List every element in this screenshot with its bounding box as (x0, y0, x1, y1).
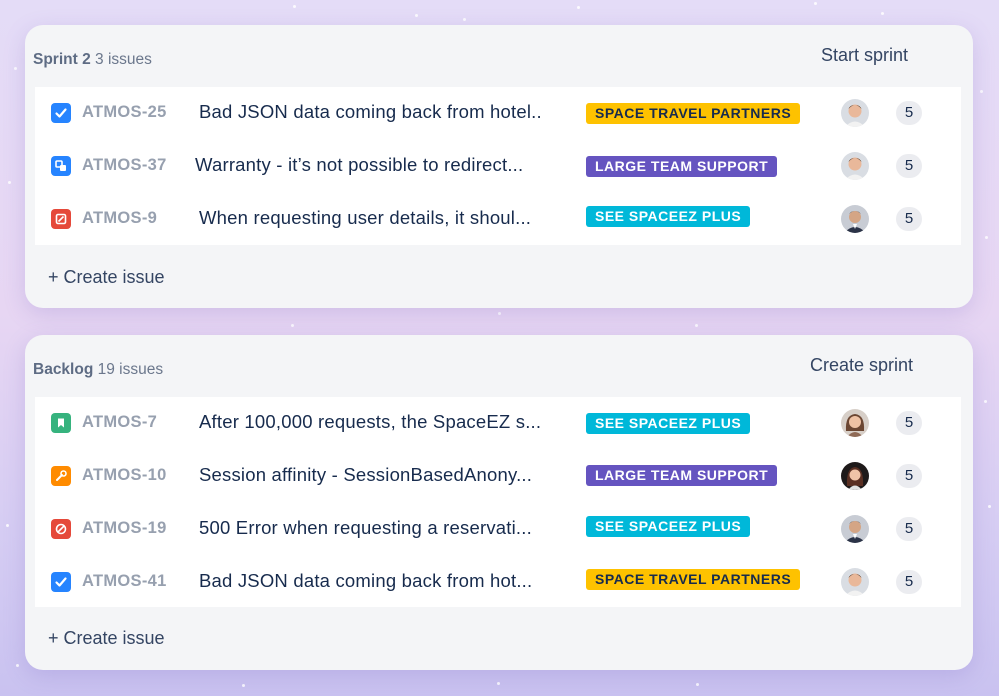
issue-summary[interactable]: Session affinity - SessionBasedAnony... (199, 464, 532, 486)
sprint-name: Sprint 2 (33, 51, 91, 68)
issue-summary[interactable]: Warranty - it’s not possible to redirect… (195, 154, 523, 176)
assignee-avatar[interactable] (841, 568, 869, 596)
issue-summary[interactable]: After 100,000 requests, the SpaceEZ s... (199, 411, 541, 433)
sprint-header: Sprint 2 3 issues (33, 51, 152, 69)
issue-row[interactable]: ATMOS-10 Session affinity - SessionBased… (35, 450, 961, 502)
issue-key[interactable]: ATMOS-25 (82, 103, 167, 122)
create-issue-button[interactable]: + Create issue (48, 267, 165, 288)
epic-badge[interactable]: SPACE TRAVEL PARTNERS (586, 103, 801, 124)
backlog-issue-count: 19 issues (97, 361, 164, 378)
sprint-panel: Sprint 2 3 issues Start sprint ATMOS-25 … (25, 25, 973, 308)
story-points: 5 (896, 207, 922, 231)
issue-key[interactable]: ATMOS-19 (82, 519, 167, 538)
start-sprint-button[interactable]: Start sprint (821, 45, 908, 66)
issue-row[interactable]: ATMOS-9 When requesting user details, it… (35, 193, 961, 245)
assignee-avatar[interactable] (841, 515, 869, 543)
epic-badge[interactable]: SEE SPACEEZ PLUS (586, 206, 751, 227)
story-points: 5 (896, 570, 922, 594)
wrench-icon (51, 466, 71, 486)
checkbox-icon (51, 103, 71, 123)
bug-icon (51, 209, 71, 229)
backlog-issue-list: ATMOS-7 After 100,000 requests, the Spac… (35, 397, 961, 607)
assignee-avatar[interactable] (841, 409, 869, 437)
issue-key[interactable]: ATMOS-37 (82, 156, 167, 175)
assignee-avatar[interactable] (841, 462, 869, 490)
assignee-avatar[interactable] (841, 99, 869, 127)
backlog-name: Backlog (33, 361, 94, 378)
assignee-avatar[interactable] (841, 152, 869, 180)
issue-key[interactable]: ATMOS-10 (82, 466, 167, 485)
epic-badge[interactable]: LARGE TEAM SUPPORT (586, 465, 778, 486)
epic-badge[interactable]: SEE SPACEEZ PLUS (586, 413, 751, 434)
story-points: 5 (896, 154, 922, 178)
bookmark-icon (51, 413, 71, 433)
story-points: 5 (896, 411, 922, 435)
issue-key[interactable]: ATMOS-9 (82, 209, 157, 228)
backlog-header: Backlog 19 issues (33, 361, 163, 379)
issue-summary[interactable]: Bad JSON data coming back from hotel.. (199, 101, 542, 123)
epic-badge[interactable]: SPACE TRAVEL PARTNERS (586, 569, 801, 590)
story-points: 5 (896, 464, 922, 488)
issue-summary[interactable]: 500 Error when requesting a reservati... (199, 517, 532, 539)
sprint-issue-list: ATMOS-25 Bad JSON data coming back from … (35, 87, 961, 245)
issue-key[interactable]: ATMOS-7 (82, 413, 157, 432)
create-sprint-button[interactable]: Create sprint (810, 355, 913, 376)
checkbox-icon (51, 572, 71, 592)
backlog-panel: Backlog 19 issues Create sprint ATMOS-7 … (25, 335, 973, 670)
story-points: 5 (896, 517, 922, 541)
subtask-icon (51, 156, 71, 176)
sprint-issue-count: 3 issues (95, 51, 152, 68)
issue-row[interactable]: ATMOS-41 Bad JSON data coming back from … (35, 556, 961, 608)
blocker-icon (51, 519, 71, 539)
issue-row[interactable]: ATMOS-7 After 100,000 requests, the Spac… (35, 397, 961, 449)
issue-summary[interactable]: When requesting user details, it shoul..… (199, 207, 531, 229)
epic-badge[interactable]: LARGE TEAM SUPPORT (586, 156, 778, 177)
assignee-avatar[interactable] (841, 205, 869, 233)
story-points: 5 (896, 101, 922, 125)
create-issue-button[interactable]: + Create issue (48, 628, 165, 649)
issue-key[interactable]: ATMOS-41 (82, 572, 167, 591)
epic-badge[interactable]: SEE SPACEEZ PLUS (586, 516, 751, 537)
issue-row[interactable]: ATMOS-25 Bad JSON data coming back from … (35, 87, 961, 139)
issue-row[interactable]: ATMOS-19 500 Error when requesting a res… (35, 503, 961, 555)
issue-row[interactable]: ATMOS-37 Warranty - it’s not possible to… (35, 140, 961, 192)
issue-summary[interactable]: Bad JSON data coming back from hot... (199, 570, 532, 592)
